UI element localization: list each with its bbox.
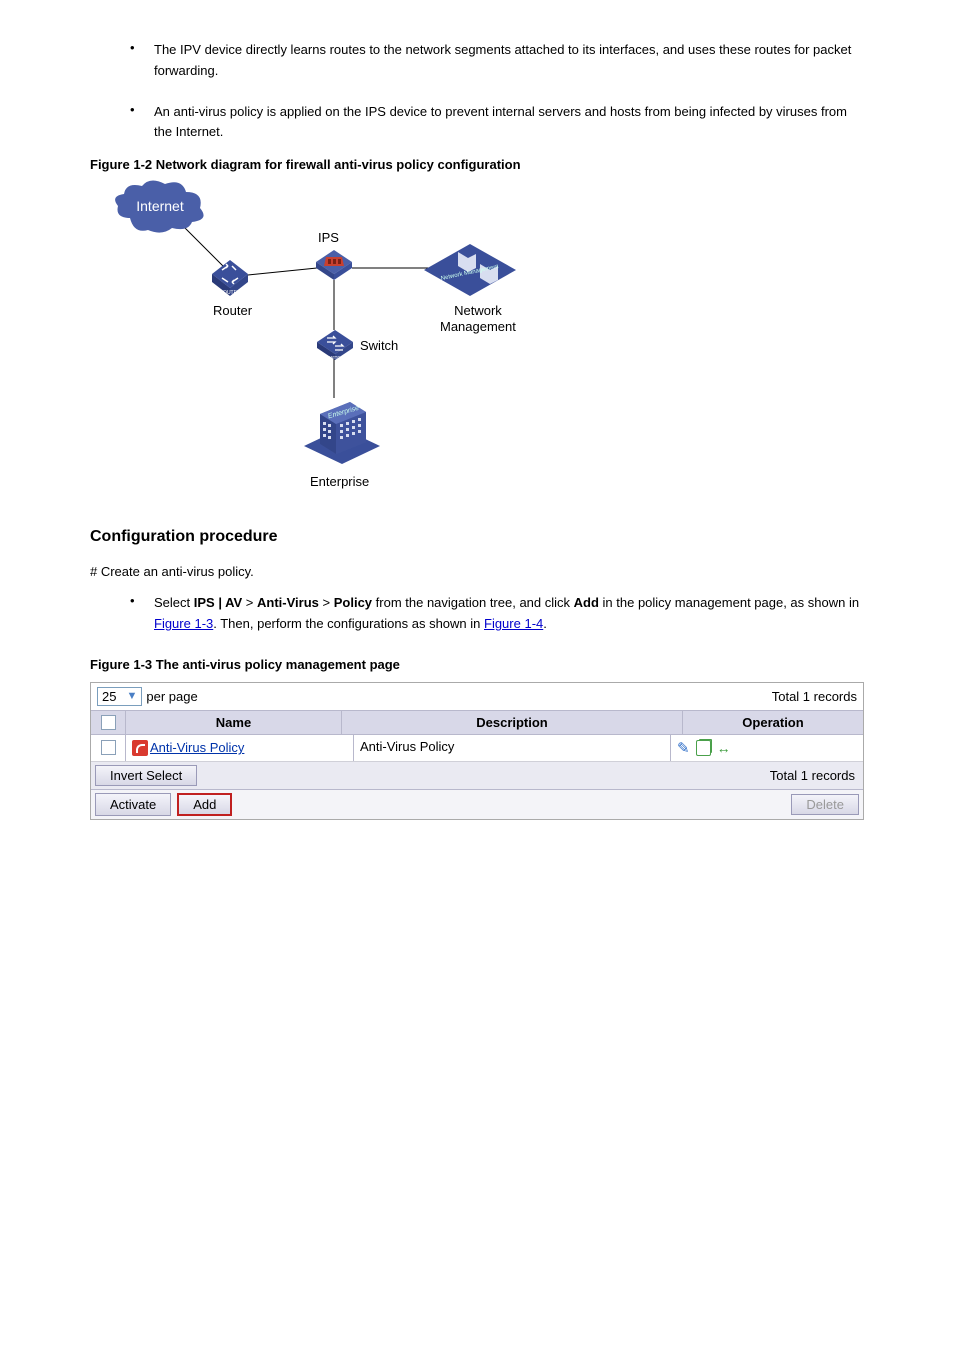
bullet: • — [130, 40, 154, 82]
row-description: Anti-Virus Policy — [354, 735, 671, 761]
internet-cloud-icon: Internet — [110, 178, 210, 238]
table-row: Anti-Virus Policy Anti-Virus Policy ✎ ↔ — [91, 735, 863, 762]
copy-icon[interactable] — [696, 740, 711, 756]
bullet: • — [130, 102, 154, 144]
header-name: Name — [126, 711, 342, 734]
policy-table: 25 ▼ per page Total 1 records Name Descr… — [90, 682, 864, 820]
per-page-value: 25 — [102, 689, 116, 704]
per-page-label: per page — [146, 689, 197, 704]
ips-label: IPS — [318, 230, 339, 245]
row-checkbox[interactable] — [101, 740, 116, 755]
step-lead: # Create an anti-virus policy. — [90, 564, 864, 579]
figure-2-caption: Figure 1-3 The anti-virus policy managem… — [90, 657, 864, 672]
router-label: Router — [213, 303, 252, 318]
header-description: Description — [342, 711, 683, 734]
apply-icon[interactable]: ↔ — [717, 740, 731, 756]
switch-icon: SWITCH — [315, 328, 355, 365]
per-page-select[interactable]: 25 ▼ — [97, 687, 142, 706]
activate-button[interactable]: Activate — [95, 793, 171, 816]
network-management-icon: Network Management — [420, 238, 520, 305]
figure-1-3-link[interactable]: Figure 1-3 — [154, 616, 213, 631]
configuration-procedure-heading: Configuration procedure — [90, 528, 864, 546]
router-icon: ROUTER — [208, 256, 252, 303]
step-instruction: Select IPS | AV > Anti-Virus > Policy fr… — [154, 593, 864, 635]
bullet-text-1: The IPV device directly learns routes to… — [154, 40, 864, 82]
edit-icon[interactable]: ✎ — [677, 739, 690, 757]
total-records-bottom: Total 1 records — [762, 764, 863, 787]
network-management-label: Network Management — [440, 303, 516, 334]
enterprise-icon: Enterprise — [300, 388, 384, 471]
table-header: Name Description Operation — [91, 711, 863, 735]
add-button[interactable]: Add — [177, 793, 232, 816]
svg-text:ROUTER: ROUTER — [219, 290, 241, 296]
invert-select-button[interactable]: Invert Select — [95, 765, 197, 786]
policy-name-link[interactable]: Anti-Virus Policy — [150, 740, 244, 755]
bullet: • — [130, 593, 154, 635]
delete-button[interactable]: Delete — [791, 794, 859, 815]
svg-text:SWITCH: SWITCH — [326, 355, 344, 360]
network-diagram: Internet IPS ROUTER Router — [90, 178, 864, 498]
chevron-down-icon: ▼ — [126, 690, 137, 702]
bullet-text-2: An anti-virus policy is applied on the I… — [154, 102, 864, 144]
select-all-checkbox[interactable] — [101, 715, 116, 730]
enterprise-label: Enterprise — [310, 474, 369, 489]
header-operation: Operation — [683, 711, 863, 734]
svg-text:Internet: Internet — [136, 198, 184, 214]
ips-icon — [314, 248, 354, 285]
figure-1-caption: Figure 1-2 Network diagram for firewall … — [90, 157, 864, 172]
policy-icon — [132, 740, 148, 756]
total-records-top: Total 1 records — [772, 689, 857, 704]
figure-1-4-link[interactable]: Figure 1-4 — [484, 616, 543, 631]
switch-label: Switch — [360, 338, 398, 353]
